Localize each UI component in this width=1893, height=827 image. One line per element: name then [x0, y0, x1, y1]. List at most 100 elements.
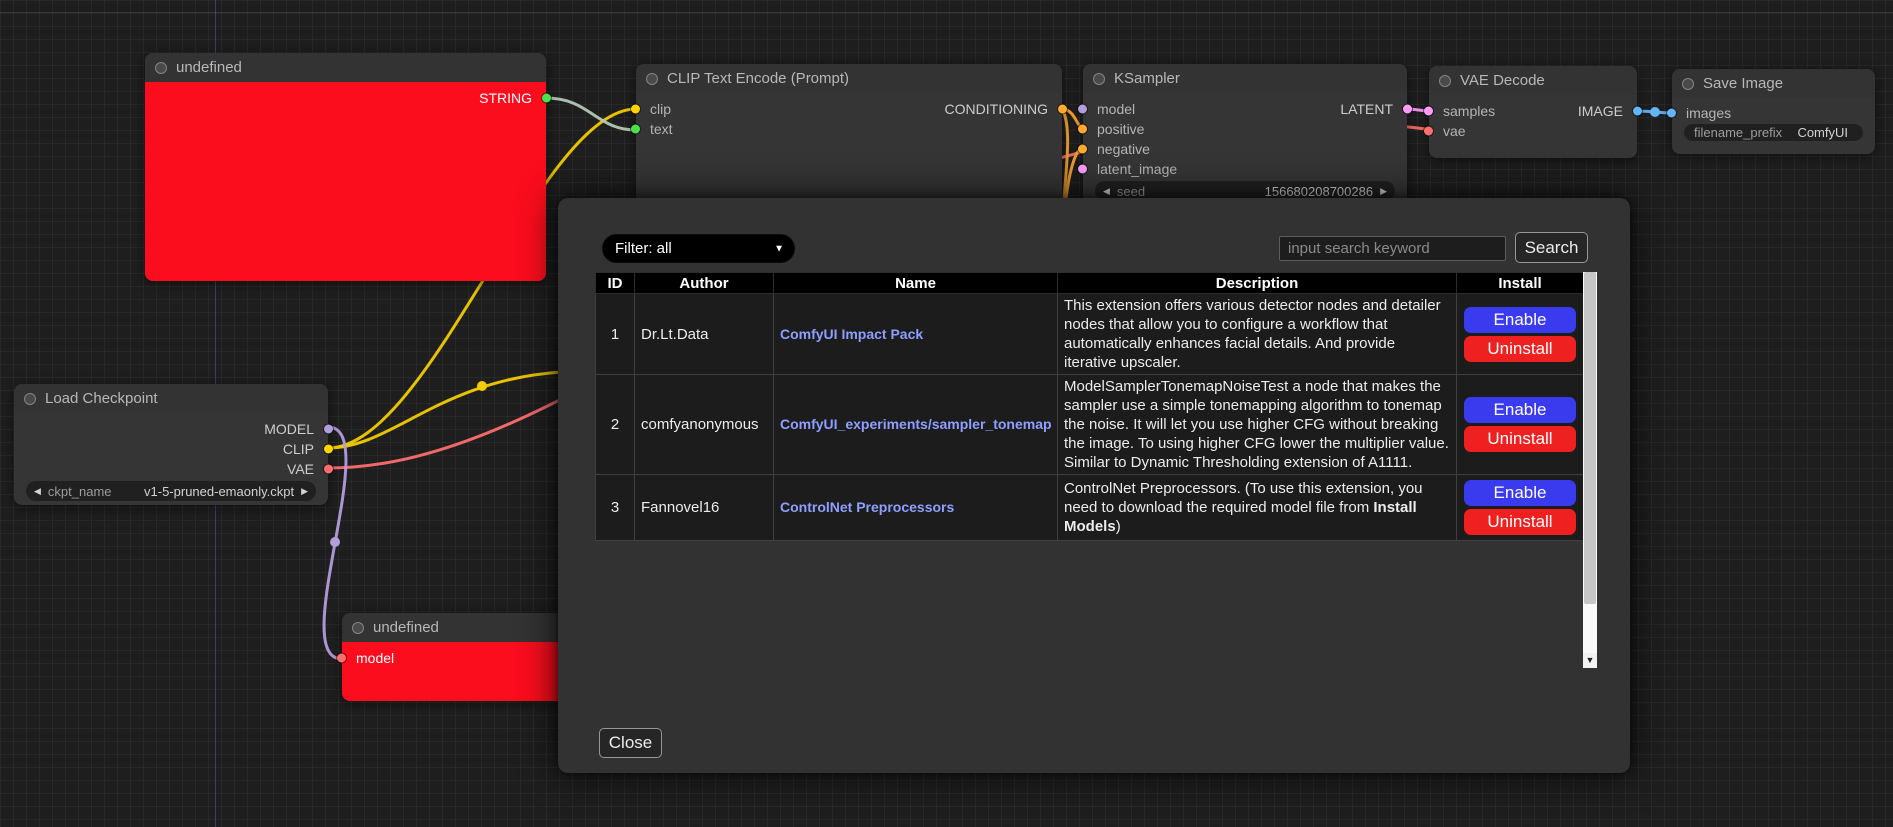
install-cell: Enable Uninstall	[1457, 294, 1584, 375]
collapse-dot-icon[interactable]	[24, 393, 36, 405]
install-cell: Enable Uninstall	[1457, 475, 1584, 541]
widget-value: ComfyUI	[1797, 125, 1848, 140]
decrement-arrow-icon[interactable]: ◀	[1103, 186, 1110, 197]
extension-link[interactable]: ComfyUI Impact Pack	[780, 326, 923, 342]
increment-arrow-icon[interactable]: ▶	[301, 486, 308, 497]
input-slot-label: latent_image	[1097, 161, 1177, 177]
column-header-id: ID	[596, 273, 635, 294]
input-slot-label: text	[650, 121, 673, 137]
extension-link[interactable]: ControlNet Preprocessors	[780, 499, 954, 515]
link-dot-image	[1650, 107, 1660, 117]
enable-button[interactable]: Enable	[1464, 480, 1576, 506]
increment-arrow-icon[interactable]: ▶	[1380, 186, 1387, 197]
output-slot-label: CLIP	[283, 441, 314, 457]
output-slot-label: STRING	[479, 90, 532, 106]
output-slot-image[interactable]	[1633, 107, 1642, 116]
node-load-checkpoint[interactable]: Load Checkpoint MODEL CLIP VAE ◀ ckpt_na…	[14, 384, 328, 505]
collapse-dot-icon[interactable]	[1439, 75, 1451, 87]
output-slot-clip[interactable]	[324, 445, 333, 454]
enable-button[interactable]: Enable	[1464, 397, 1576, 423]
scrollbar-down-arrow-icon[interactable]: ▼	[1583, 653, 1597, 668]
install-cell: Enable Uninstall	[1457, 375, 1584, 475]
input-slot-label: clip	[650, 101, 671, 117]
collapse-dot-icon[interactable]	[352, 622, 364, 634]
node-titlebar[interactable]: Load Checkpoint	[14, 384, 328, 413]
input-slot-model[interactable]	[337, 654, 346, 663]
input-slot-text[interactable]	[631, 125, 640, 134]
output-slot-string[interactable]	[542, 94, 551, 103]
output-slot-latent[interactable]	[1403, 105, 1412, 114]
extension-list: ID Author Name Description Install 1 Dr.…	[595, 272, 1597, 668]
collapse-dot-icon[interactable]	[1093, 73, 1105, 85]
uninstall-button[interactable]: Uninstall	[1464, 426, 1576, 452]
output-slot-label: CONDITIONING	[945, 101, 1048, 117]
column-header-author: Author	[635, 273, 774, 294]
input-slot-label: positive	[1097, 121, 1144, 137]
node-undefined-bottom[interactable]: undefined model	[342, 613, 572, 701]
node-vae-decode[interactable]: VAE Decode samples IMAGE vae	[1429, 66, 1637, 158]
node-titlebar[interactable]: CLIP Text Encode (Prompt)	[636, 64, 1062, 93]
ckpt-name-widget[interactable]: ◀ ckpt_name v1-5-pruned-emaonly.ckpt ▶	[26, 481, 316, 501]
node-title: undefined	[373, 619, 439, 636]
node-canvas[interactable]: undefined STRING CLIP Text Encode (Promp…	[0, 0, 1893, 827]
collapse-dot-icon[interactable]	[646, 73, 658, 85]
output-slot-vae[interactable]	[324, 465, 333, 474]
input-slot-vae[interactable]	[1424, 127, 1433, 136]
node-titlebar[interactable]: VAE Decode	[1429, 66, 1637, 95]
output-slot-model[interactable]	[324, 425, 333, 434]
output-slot-label: MODEL	[264, 421, 314, 437]
node-title: KSampler	[1114, 70, 1180, 87]
column-header-install: Install	[1457, 273, 1584, 294]
scrollbar[interactable]: ▼	[1583, 272, 1597, 668]
collapse-dot-icon[interactable]	[155, 62, 167, 74]
node-body-error: model	[342, 642, 572, 701]
input-slot-clip[interactable]	[631, 105, 640, 114]
search-button[interactable]: Search	[1515, 232, 1588, 263]
node-title: Load Checkpoint	[45, 390, 158, 407]
node-body: samples IMAGE vae	[1429, 95, 1637, 141]
extension-author: Dr.Lt.Data	[635, 294, 774, 375]
input-slot-latent-image[interactable]	[1078, 165, 1087, 174]
node-save-image[interactable]: Save Image images filename_prefix ComfyU…	[1672, 69, 1875, 154]
uninstall-button[interactable]: Uninstall	[1464, 509, 1576, 535]
input-slot-label: samples	[1443, 103, 1495, 119]
node-body: MODEL CLIP VAE ◀ ckpt_name v1-5-pruned-e…	[14, 413, 328, 501]
collapse-dot-icon[interactable]	[1682, 78, 1694, 90]
input-slot-label: model	[1097, 101, 1135, 117]
filename-prefix-widget[interactable]: filename_prefix ComfyUI	[1684, 124, 1863, 141]
input-slot-positive[interactable]	[1078, 125, 1087, 134]
node-title: undefined	[176, 59, 242, 76]
extension-id: 2	[596, 375, 635, 475]
node-titlebar[interactable]: Save Image	[1672, 69, 1875, 98]
node-titlebar[interactable]: undefined	[342, 613, 572, 642]
uninstall-button[interactable]: Uninstall	[1464, 336, 1576, 362]
widget-label: seed	[1117, 184, 1145, 199]
output-slot-conditioning[interactable]	[1058, 105, 1067, 114]
extension-description: This extension offers various detector n…	[1058, 294, 1457, 375]
node-undefined-top[interactable]: undefined STRING	[145, 53, 546, 281]
link-dot-model	[330, 537, 340, 547]
scrollbar-thumb[interactable]	[1584, 272, 1596, 604]
link-dot-clip	[477, 381, 487, 391]
extension-author: Fannovel16	[635, 475, 774, 541]
search-input[interactable]	[1279, 236, 1506, 261]
input-slot-negative[interactable]	[1078, 145, 1087, 154]
widget-label: ckpt_name	[48, 484, 112, 499]
input-slot-label: images	[1686, 105, 1731, 121]
filter-dropdown[interactable]: Filter: all	[602, 234, 795, 263]
input-slot-samples[interactable]	[1424, 107, 1433, 116]
node-title: CLIP Text Encode (Prompt)	[667, 70, 849, 87]
extension-author: comfyanonymous	[635, 375, 774, 475]
decrement-arrow-icon[interactable]: ◀	[34, 486, 41, 497]
wire-string	[546, 98, 636, 130]
input-slot-images[interactable]	[1667, 109, 1676, 118]
node-titlebar[interactable]: KSampler	[1083, 64, 1407, 93]
node-titlebar[interactable]: undefined	[145, 53, 546, 82]
comfyui-manager-dialog: Filter: all ▼ Search ID Author Name Desc…	[558, 198, 1630, 773]
extension-id: 1	[596, 294, 635, 375]
extension-link[interactable]: ComfyUI_experiments/sampler_tonemap	[780, 416, 1052, 432]
close-button[interactable]: Close	[599, 728, 662, 758]
input-slot-model[interactable]	[1078, 105, 1087, 114]
enable-button[interactable]: Enable	[1464, 307, 1576, 333]
filter-dropdown-wrap: Filter: all ▼	[602, 234, 795, 263]
